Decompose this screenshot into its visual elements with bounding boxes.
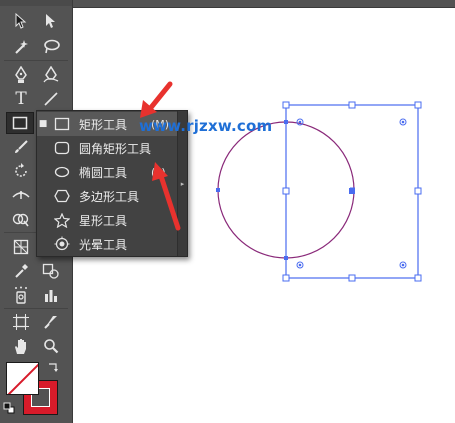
star-icon xyxy=(49,208,75,232)
ellipse-icon xyxy=(49,160,75,184)
symbol-sprayer-tool-icon[interactable] xyxy=(8,284,34,306)
document-tab-bar xyxy=(73,0,455,8)
zoom-tool-icon[interactable] xyxy=(38,335,64,357)
pen-tool-icon[interactable] xyxy=(8,64,34,86)
center-point xyxy=(349,188,355,194)
flyout-item-ellipse[interactable]: 椭圆工具 (L) xyxy=(37,160,177,184)
rectangle-tool-icon[interactable] xyxy=(6,112,34,134)
default-colors-icon[interactable] xyxy=(2,401,16,415)
selected-bullet-icon: ■ xyxy=(38,119,48,129)
width-tool-icon[interactable] xyxy=(8,184,34,206)
rounded-rectangle-icon xyxy=(49,136,75,160)
rotate-tool-icon[interactable] xyxy=(8,160,34,182)
hand-tool-icon[interactable] xyxy=(8,335,34,357)
flyout-item-shortcut: (L) xyxy=(151,165,166,179)
polygon-icon xyxy=(49,184,75,208)
magic-wand-tool-icon[interactable] xyxy=(8,36,34,58)
rectangle-icon xyxy=(49,112,75,136)
flyout-item-flare[interactable]: 光晕工具 xyxy=(37,232,177,256)
paintbrush-tool-icon[interactable] xyxy=(8,136,34,158)
swap-fill-stroke-icon[interactable] xyxy=(44,360,62,376)
curvature-tool-icon[interactable] xyxy=(38,64,64,86)
fill-color-swatch[interactable] xyxy=(6,362,39,395)
direct-selection-tool-icon[interactable] xyxy=(38,10,64,32)
flyout-item-label: 光晕工具 xyxy=(79,237,128,252)
flyout-item-rounded-rectangle[interactable]: 圆角矩形工具 xyxy=(37,136,177,160)
ellipse-anchor-left[interactable] xyxy=(216,188,220,192)
eyedropper-tool-icon[interactable] xyxy=(8,260,34,282)
flyout-item-label: 椭圆工具 xyxy=(79,165,128,180)
line-segment-tool-icon[interactable] xyxy=(38,88,64,110)
flyout-item-label: 矩形工具 xyxy=(79,117,128,132)
lasso-tool-icon[interactable] xyxy=(38,36,64,58)
flare-icon xyxy=(49,232,75,256)
panel-grip[interactable] xyxy=(0,0,72,6)
shape-builder-tool-icon[interactable] xyxy=(8,208,34,230)
slice-tool-icon[interactable] xyxy=(38,311,64,333)
flyout-item-label: 多边形工具 xyxy=(79,189,140,204)
flyout-item-label: 星形工具 xyxy=(79,213,128,228)
flyout-item-polygon[interactable]: 多边形工具 xyxy=(37,184,177,208)
selection-tool-icon[interactable] xyxy=(8,10,34,32)
artboard-tool-icon[interactable] xyxy=(8,311,34,333)
watermark-text: www.rjzxw.com xyxy=(139,117,273,135)
perspective-grid-tool-icon[interactable] xyxy=(8,236,34,258)
flyout-item-label: 圆角矩形工具 xyxy=(79,141,152,156)
flyout-item-star[interactable]: 星形工具 xyxy=(37,208,177,232)
column-graph-tool-icon[interactable] xyxy=(38,284,64,306)
blend-tool-icon[interactable] xyxy=(38,260,64,282)
type-tool-icon[interactable]: T xyxy=(8,88,34,110)
